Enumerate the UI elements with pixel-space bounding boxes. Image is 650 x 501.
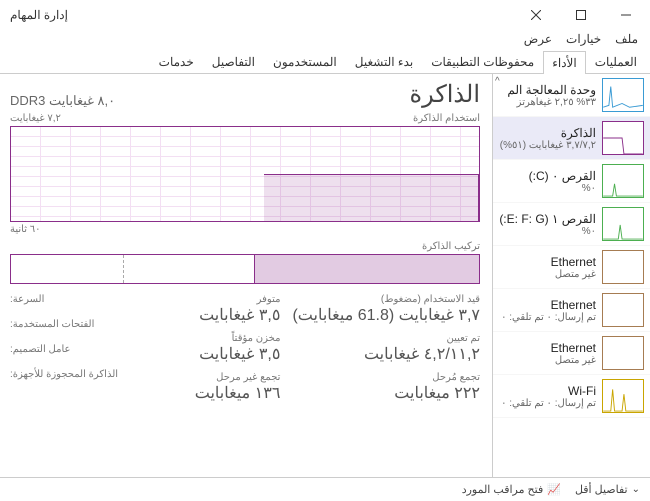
monitor-icon: 📈 bbox=[547, 483, 561, 496]
tab-details[interactable]: التفاصيل bbox=[203, 50, 264, 73]
cached-label: مخزن مؤقتاً bbox=[195, 333, 281, 344]
tab-processes[interactable]: العمليات bbox=[586, 50, 646, 73]
tab-apphistory[interactable]: محفوظات التطبيقات bbox=[422, 50, 543, 73]
nonpaged-label: تجمع غير مرحل bbox=[195, 372, 281, 383]
slots-label: الفتحات المستخدمة: bbox=[10, 319, 118, 330]
sidebar-disk1-sub: ٠% bbox=[497, 226, 596, 237]
committed-value: ٤,٢/١١,٢ غيغابايت bbox=[292, 344, 480, 364]
close-button[interactable] bbox=[513, 1, 558, 29]
sidebar-eth1-sub: تم إرسال: ٠ تم تلقي: ٠ bbox=[497, 312, 596, 323]
memory-thumb bbox=[602, 121, 644, 155]
sidebar-eth2-title: Ethernet bbox=[497, 341, 596, 355]
form-label: عامل التصميم: bbox=[10, 344, 118, 355]
sidebar-item-eth0[interactable]: Ethernetغير متصل bbox=[493, 246, 650, 289]
sidebar-item-disk1[interactable]: القرص ١ (E: F: G:)٠% bbox=[493, 203, 650, 246]
cached-value: ٣,٥ غيغابايت bbox=[195, 344, 281, 364]
menu-options[interactable]: خيارات bbox=[560, 30, 607, 50]
avail-value: ٣,٥ غيغابايت bbox=[195, 305, 281, 325]
chevron-down-icon: ⌄ bbox=[632, 484, 640, 495]
menu-view[interactable]: عرض bbox=[518, 30, 558, 50]
eth2-thumb bbox=[602, 336, 644, 370]
window-title: إدارة المهام bbox=[2, 8, 76, 22]
disk0-thumb bbox=[602, 164, 644, 198]
memory-composition-bar bbox=[10, 254, 480, 284]
composition-label: تركيب الذاكرة bbox=[10, 241, 480, 252]
sidebar-eth0-title: Ethernet bbox=[497, 255, 596, 269]
tab-startup[interactable]: بدء التشغيل bbox=[346, 50, 422, 73]
sidebar-item-eth2[interactable]: Ethernetغير متصل bbox=[493, 332, 650, 375]
inuse-value: ٣,٧ غيغابايت (61.8 ميغابايت) bbox=[292, 305, 480, 325]
paged-value: ٢٢٢ ميغابايت bbox=[292, 383, 480, 403]
time-axis-label: ٦٠ ثانية bbox=[10, 224, 480, 235]
paged-label: تجمع مُرحل bbox=[292, 372, 480, 383]
tab-performance[interactable]: الأداء bbox=[543, 51, 586, 74]
main-panel: الذاكرة ٨,٠ غيغابايت DDR3 استخدام الذاكر… bbox=[0, 74, 492, 477]
page-title: الذاكرة bbox=[410, 80, 481, 109]
scroll-up-icon[interactable]: ^ bbox=[495, 76, 500, 87]
sidebar-memory-title: الذاكرة bbox=[497, 126, 596, 140]
comp-inuse bbox=[254, 255, 479, 283]
sidebar-eth1-title: Ethernet bbox=[497, 298, 596, 312]
sidebar-wifi-sub: تم إرسال: ٠ تم تلقي: ٠ bbox=[497, 398, 596, 409]
menubar: ملف خيارات عرض bbox=[0, 30, 650, 50]
tab-users[interactable]: المستخدمون bbox=[264, 50, 346, 73]
sidebar-disk0-sub: ٠% bbox=[497, 183, 596, 194]
memory-spec: ٨,٠ غيغابايت DDR3 bbox=[10, 93, 115, 109]
sidebar-item-memory[interactable]: الذاكرة٣,٧/٧,٢ غيغابايت (٥١%) bbox=[493, 117, 650, 160]
nonpaged-value: ١٣٦ ميغابايت bbox=[195, 383, 281, 403]
usage-label: استخدام الذاكرة bbox=[413, 113, 480, 124]
sidebar-eth2-sub: غير متصل bbox=[497, 355, 596, 366]
disk1-thumb bbox=[602, 207, 644, 241]
avail-label: متوفر bbox=[195, 294, 281, 305]
chart-fill bbox=[264, 174, 479, 221]
sidebar-disk0-title: القرص ٠ (C:) bbox=[497, 169, 596, 183]
sidebar-eth0-sub: غير متصل bbox=[497, 269, 596, 280]
sidebar-cpu-title: وحدة المعالجة الم bbox=[497, 83, 596, 97]
wifi-thumb bbox=[602, 379, 644, 413]
eth1-thumb bbox=[602, 293, 644, 327]
comp-standby bbox=[123, 255, 254, 283]
eth0-thumb bbox=[602, 250, 644, 284]
titlebar: إدارة المهام bbox=[0, 0, 650, 30]
memory-usage-chart bbox=[10, 126, 480, 222]
tab-services[interactable]: خدمات bbox=[150, 50, 203, 73]
sidebar-disk1-title: القرص ١ (E: F: G:) bbox=[497, 212, 596, 226]
inuse-label: قيد الاستخدام (مضغوط) bbox=[292, 294, 480, 305]
sidebar-cpu-sub: ٣٣% ٢,٢٥ غيغاهرتز bbox=[497, 97, 596, 108]
sidebar-item-wifi[interactable]: Wi-Fiتم إرسال: ٠ تم تلقي: ٠ bbox=[493, 375, 650, 418]
reserved-label: الذاكرة المحجوزة للأجهزة: bbox=[10, 369, 118, 380]
sidebar-item-cpu[interactable]: وحدة المعالجة الم٣٣% ٢,٢٥ غيغاهرتز bbox=[493, 74, 650, 117]
maximize-button[interactable] bbox=[558, 1, 603, 29]
stats: قيد الاستخدام (مضغوط)٣,٧ غيغابايت (61.8 … bbox=[10, 294, 480, 403]
sidebar-memory-sub: ٣,٧/٧,٢ غيغابايت (٥١%) bbox=[497, 140, 596, 151]
resource-monitor-link[interactable]: 📈فتح مراقب المورد bbox=[462, 483, 561, 496]
minimize-button[interactable] bbox=[603, 1, 648, 29]
sidebar-item-eth1[interactable]: Ethernetتم إرسال: ٠ تم تلقي: ٠ bbox=[493, 289, 650, 332]
menu-file[interactable]: ملف bbox=[609, 30, 644, 50]
sidebar-wifi-title: Wi-Fi bbox=[497, 384, 596, 398]
fewer-details-link[interactable]: ⌄تفاصيل أقل bbox=[575, 483, 640, 496]
sidebar-item-disk0[interactable]: القرص ٠ (C:)٠% bbox=[493, 160, 650, 203]
window-controls bbox=[513, 1, 648, 29]
tabs: العمليات الأداء محفوظات التطبيقات بدء ال… bbox=[0, 50, 650, 74]
committed-label: تم تعيين bbox=[292, 333, 480, 344]
cpu-thumb bbox=[602, 78, 644, 112]
ymax-label: ٧,٢ غيغابايت bbox=[10, 113, 61, 124]
speed-label: السرعة: bbox=[10, 294, 118, 305]
content: ^ وحدة المعالجة الم٣٣% ٢,٢٥ غيغاهرتز الذ… bbox=[0, 74, 650, 477]
statusbar: ⌄تفاصيل أقل 📈فتح مراقب المورد bbox=[0, 477, 650, 501]
sidebar: ^ وحدة المعالجة الم٣٣% ٢,٢٥ غيغاهرتز الذ… bbox=[492, 74, 650, 477]
